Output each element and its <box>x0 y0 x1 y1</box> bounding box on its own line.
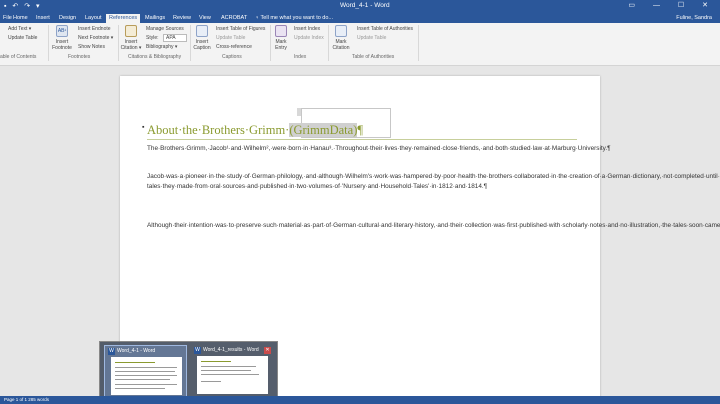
word-icon: W <box>108 348 115 355</box>
insert-index-button[interactable]: Insert Index <box>294 26 320 32</box>
status-text: Page 1 of 1 285 words <box>4 397 50 402</box>
mark-citation-icon <box>335 25 347 37</box>
preview-line <box>115 362 155 363</box>
tell-me-search[interactable]: ♀ Tell me what you want to do... <box>255 14 333 23</box>
preview-line <box>115 367 177 368</box>
tab-home[interactable]: Home <box>10 14 31 23</box>
preview-line <box>201 370 251 371</box>
ribbon-separator <box>328 25 329 61</box>
preview-title-1: Word_4-1 - Word <box>117 348 156 354</box>
preview-page-1 <box>111 357 182 395</box>
tab-layout[interactable]: Layout <box>82 14 105 23</box>
heading-underline <box>147 139 577 140</box>
ribbon-separator <box>418 25 419 61</box>
preview-line <box>201 366 256 367</box>
next-footnote-button[interactable]: Next Footnote ▾ <box>78 35 113 41</box>
tab-insert[interactable]: Insert <box>33 14 53 23</box>
tab-design[interactable]: Design <box>56 14 79 23</box>
heading-pilcrow: ¶ <box>357 123 364 137</box>
tab-mailings[interactable]: Mailings <box>142 14 168 23</box>
footnote-icon: AB¹ <box>56 25 68 37</box>
document-heading[interactable]: About·the·Brothers·Grimm·(GrimmData)¶ <box>147 123 363 138</box>
insert-citation-label: Insert Citation ▾ <box>120 39 142 51</box>
window-title: Word_4-1 - Word <box>340 2 390 9</box>
mark-entry-button[interactable]: Mark Entry <box>272 25 290 51</box>
manage-sources-button[interactable]: Manage Sources <box>146 26 184 32</box>
insert-table-of-authorities-button[interactable]: Insert Table of Authorities <box>357 26 413 32</box>
preview-line <box>115 375 177 376</box>
mark-entry-label: Mark Entry <box>275 39 287 51</box>
bibliography-button[interactable]: Bibliography ▾ <box>146 44 177 50</box>
tab-review[interactable]: Review <box>170 14 194 23</box>
group-captions: Captions <box>222 54 242 60</box>
group-footnotes: Footnotes <box>68 54 91 60</box>
ribbon-references: Add Text ▾ Update Table able of Contents… <box>0 23 720 66</box>
quick-access-toolbar[interactable]: ▪ ↶ ↷ ▾ <box>4 2 42 10</box>
preview-line <box>115 384 177 385</box>
heading-text: About·the·Brothers·Grimm· <box>147 123 290 137</box>
ribbon-tabs: File Home Insert Design Layout Reference… <box>0 13 720 23</box>
preview-line <box>115 388 165 389</box>
group-citations: Citations & Bibliography <box>128 54 182 60</box>
user-name[interactable]: Fuline, Sandra <box>676 14 712 23</box>
preview-window-1[interactable]: W Word_4-1 - Word <box>104 345 187 397</box>
insert-citation-button[interactable]: Insert Citation ▾ <box>120 25 142 51</box>
insert-table-of-figures-button[interactable]: Insert Table of Figures <box>216 26 265 32</box>
style-label: Style: <box>146 35 159 41</box>
preview-line <box>201 381 221 382</box>
window-controls[interactable]: ▭ — ☐ ✕ <box>628 1 716 9</box>
update-table-button[interactable]: Update Table <box>8 35 37 41</box>
paragraph-marker: ▪ <box>142 124 145 131</box>
insert-caption-label: Insert Caption <box>193 39 211 51</box>
paragraph-1[interactable]: The·Brothers·Grimm,·Jacob¹·and·Wilhelm²,… <box>147 144 611 154</box>
tab-acrobat[interactable]: ACROBAT <box>218 14 250 23</box>
preview-line <box>201 374 259 375</box>
status-bar: Page 1 of 1 285 words <box>0 396 720 404</box>
citation-icon <box>125 25 137 37</box>
insert-footnote-button[interactable]: AB¹ Insert Footnote <box>51 25 73 51</box>
update-index-button[interactable]: Update Index <box>294 35 324 41</box>
insert-caption-button[interactable]: Insert Caption <box>192 25 212 51</box>
add-text-button[interactable]: Add Text ▾ <box>8 26 31 32</box>
preview-line <box>115 379 170 380</box>
ribbon-separator <box>48 25 49 61</box>
taskbar-window-preview: W Word_4-1 - Word W Word_4-1_results - W… <box>99 341 278 400</box>
cross-reference-button[interactable]: Cross-reference <box>216 44 252 50</box>
preview-line <box>201 361 231 362</box>
group-table-of-contents: able of Contents <box>0 54 37 60</box>
ribbon-separator <box>190 25 191 61</box>
word-icon: W <box>194 347 201 354</box>
preview-window-2[interactable]: W Word_4-1_results - Word ✕ <box>191 345 274 397</box>
caption-icon <box>196 25 208 37</box>
group-index: Index <box>294 54 307 60</box>
ribbon-separator <box>118 25 119 61</box>
show-notes-button[interactable]: Show Notes <box>78 44 105 50</box>
update-table-authorities-button[interactable]: Update Table <box>357 35 386 41</box>
mark-entry-icon <box>275 25 287 37</box>
tab-view[interactable]: View <box>196 14 214 23</box>
mark-citation-button[interactable]: Mark Citation <box>330 25 352 51</box>
close-icon[interactable]: ✕ <box>264 347 271 354</box>
tab-references[interactable]: References <box>106 14 141 23</box>
preview-title-2: Word_4-1_results - Word <box>203 347 259 353</box>
update-table-captions-button[interactable]: Update Table <box>216 35 245 41</box>
preview-page-2 <box>197 356 268 394</box>
preview-line <box>115 371 175 372</box>
paragraph-2[interactable]: Jacob·was·a·pioneer·in·the·study·of·Germ… <box>147 172 720 192</box>
title-bar: ▪ ↶ ↷ ▾ Word_4-1 - Word ▭ — ☐ ✕ <box>0 0 720 13</box>
mark-citation-label: Mark Citation <box>332 39 350 51</box>
ribbon-separator <box>270 25 271 61</box>
insert-footnote-label: Insert Footnote <box>52 39 72 51</box>
citation-field[interactable]: (GrimmData) <box>289 123 358 137</box>
group-table-of-authorities: Table of Authorities <box>352 54 395 60</box>
paragraph-3[interactable]: Although·their·intention·was·to·preserve… <box>147 221 720 231</box>
style-dropdown[interactable]: APA <box>163 34 187 42</box>
insert-endnote-button[interactable]: Insert Endnote <box>78 26 111 32</box>
